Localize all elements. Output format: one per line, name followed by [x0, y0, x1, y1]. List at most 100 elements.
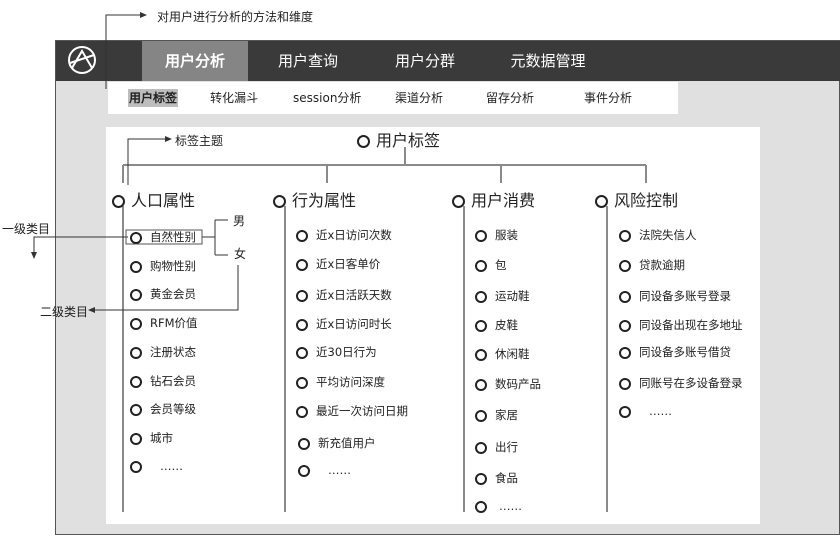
item-circle-icon — [130, 288, 142, 301]
tag-item[interactable]: 近x日访问时长 — [296, 316, 392, 332]
item-circle-icon — [296, 289, 308, 302]
tag-item-more[interactable]: …… — [619, 404, 672, 418]
item-circle-icon — [130, 375, 142, 388]
item-circle-icon — [130, 460, 142, 473]
tag-item[interactable]: 休闲鞋 — [475, 346, 530, 362]
category-circle-icon — [273, 195, 286, 208]
item-circle-icon — [619, 290, 631, 303]
tag-item-label: 近x日活跃天数 — [316, 288, 392, 302]
annotation-tag-theme: 标签主题 — [175, 134, 224, 148]
category-consumption: 用户消费 — [452, 187, 535, 211]
tag-item[interactable]: 近30日行为 — [296, 344, 377, 360]
tag-item[interactable]: 数码产品 — [475, 376, 541, 392]
item-circle-icon — [619, 229, 631, 242]
tag-item[interactable]: 同设备出现在多地址 — [619, 317, 743, 333]
tag-item-label: 近x日客单价 — [316, 257, 381, 271]
item-circle-icon — [475, 409, 487, 422]
tag-item-label: 法院失信人 — [639, 228, 697, 242]
tag-item-label: …… — [160, 459, 183, 473]
tag-item[interactable]: 自然性别 — [130, 229, 196, 245]
item-circle-icon — [475, 290, 487, 303]
tag-item-label: 黄金会员 — [150, 287, 196, 301]
category-label: 风险控制 — [614, 191, 679, 210]
item-circle-icon — [296, 376, 308, 389]
item-circle-icon — [475, 319, 487, 332]
tag-item[interactable]: 注册状态 — [130, 344, 196, 360]
annotation-level1: 一级类目 — [2, 222, 51, 236]
tag-item[interactable]: 法院失信人 — [619, 227, 697, 243]
tag-item-more[interactable]: …… — [475, 499, 522, 513]
item-circle-icon — [130, 403, 142, 416]
item-circle-icon — [475, 229, 487, 242]
tag-item-label: …… — [499, 499, 522, 513]
item-circle-icon — [475, 259, 487, 272]
item-circle-icon — [619, 259, 631, 272]
tag-item-label: 近x日访问时长 — [316, 317, 392, 331]
tag-item-label: 城市 — [150, 431, 173, 445]
tag-item[interactable]: 近x日访问次数 — [296, 227, 392, 243]
tag-item-more[interactable]: …… — [298, 463, 351, 477]
item-circle-icon — [298, 464, 310, 477]
tag-item[interactable]: 城市 — [130, 430, 173, 446]
category-demographics: 人口属性 — [112, 187, 195, 211]
item-circle-icon — [475, 441, 487, 454]
item-circle-icon — [130, 317, 142, 330]
category-behavior: 行为属性 — [273, 187, 356, 211]
category-risk-control: 风险控制 — [595, 187, 678, 211]
annotation-level2: 二级类目 — [40, 305, 89, 319]
tag-item[interactable]: 同账号在多设备登录 — [619, 375, 743, 391]
category-label: 用户消费 — [471, 191, 536, 210]
tag-item-label: 最近一次访问日期 — [316, 404, 408, 418]
tag-item[interactable]: 皮鞋 — [475, 317, 518, 333]
tag-item-label: 食品 — [495, 471, 518, 485]
category-circle-icon — [595, 195, 608, 208]
tag-item-label: 运动鞋 — [495, 289, 530, 303]
tag-item[interactable]: 黄金会员 — [130, 286, 196, 302]
tag-item[interactable]: 包 — [475, 257, 507, 273]
tag-item[interactable]: 平均访问深度 — [296, 374, 385, 390]
tree-root: 用户标签 — [357, 127, 440, 151]
tag-item[interactable]: 钻石会员 — [130, 373, 196, 389]
tag-item[interactable]: 出行 — [475, 439, 518, 455]
tag-item[interactable]: 同设备多账号登录 — [619, 288, 731, 304]
tag-item-label: 同设备出现在多地址 — [639, 318, 743, 332]
tag-item-label: 同设备多账号借贷 — [639, 345, 731, 359]
tag-item[interactable]: 会员等级 — [130, 401, 196, 417]
tree-connectors — [31, 12, 647, 512]
root-circle-icon — [357, 135, 370, 148]
tag-item[interactable]: 贷款逾期 — [619, 257, 685, 273]
tag-item[interactable]: RFM价值 — [130, 315, 198, 331]
item-circle-icon — [130, 432, 142, 445]
item-circle-icon — [298, 437, 310, 450]
item-circle-icon — [130, 260, 142, 273]
tag-item-more[interactable]: …… — [130, 459, 183, 473]
item-circle-icon — [296, 258, 308, 271]
tag-item[interactable]: 最近一次访问日期 — [296, 403, 408, 419]
item-circle-icon — [475, 472, 487, 485]
tag-item[interactable]: 运动鞋 — [475, 288, 530, 304]
tag-item-label: 近30日行为 — [316, 345, 377, 359]
item-circle-icon — [296, 405, 308, 418]
category-label: 人口属性 — [131, 191, 196, 210]
tag-item-label: 皮鞋 — [495, 318, 518, 332]
tag-item-label: 钻石会员 — [150, 374, 196, 388]
tag-item-label: 近x日访问次数 — [316, 228, 392, 242]
tag-item-label: 自然性别 — [150, 230, 196, 244]
tag-item-label: 出行 — [495, 440, 518, 454]
item-circle-icon — [296, 346, 308, 359]
category-circle-icon — [452, 195, 465, 208]
item-circle-icon — [475, 348, 487, 361]
tag-item-label: 家居 — [495, 408, 518, 422]
tag-item[interactable]: 服装 — [475, 227, 518, 243]
tag-item[interactable]: 食品 — [475, 470, 518, 486]
tag-item[interactable]: 家居 — [475, 407, 518, 423]
tag-item[interactable]: 同设备多账号借贷 — [619, 344, 731, 360]
tag-item[interactable]: 购物性别 — [130, 258, 196, 274]
tag-item[interactable]: 新充值用户 — [298, 435, 376, 451]
tag-item-label: …… — [649, 404, 672, 418]
tag-item[interactable]: 近x日活跃天数 — [296, 287, 392, 303]
tag-item[interactable]: 近x日客单价 — [296, 256, 380, 272]
tag-item-label: 服装 — [495, 228, 518, 242]
tag-item-label: 数码产品 — [495, 377, 541, 391]
tag-item-label: 会员等级 — [150, 402, 196, 416]
